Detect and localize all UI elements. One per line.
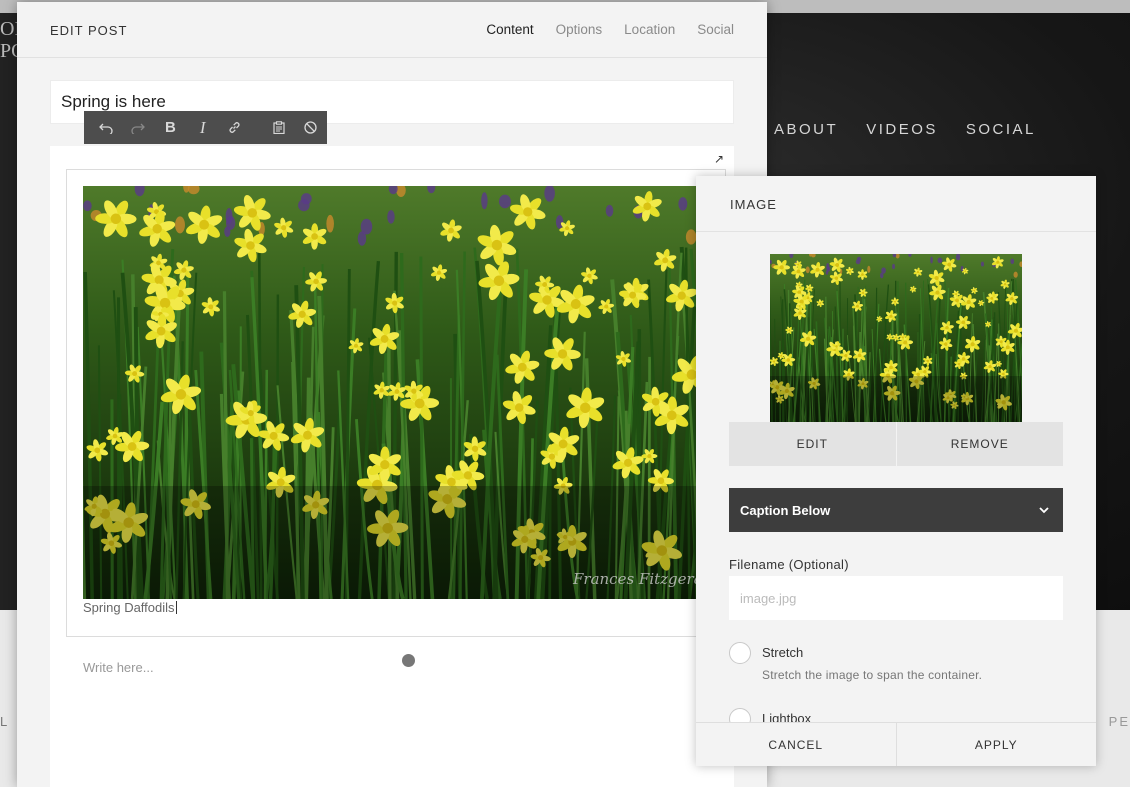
text-cursor — [175, 601, 177, 614]
nav-videos[interactable]: VIDEOS — [866, 121, 938, 138]
nav-social[interactable]: SOCIAL — [966, 121, 1036, 138]
background-text-fragment: L — [0, 714, 8, 729]
panel-title: IMAGE — [730, 197, 777, 212]
body-placeholder[interactable]: Write here... — [83, 660, 154, 675]
photographer-signature: Frances Fitzgerald — [572, 570, 711, 588]
post-body-editor[interactable]: Frances Fitzgerald Spring Daffodils ↗ Wr… — [50, 146, 734, 787]
stretch-radio[interactable] — [729, 642, 751, 664]
post-image[interactable]: Frances Fitzgerald — [83, 186, 711, 599]
expand-arrow-icon[interactable]: ↗ — [714, 152, 724, 166]
image-block[interactable]: Frances Fitzgerald Spring Daffodils — [66, 169, 726, 667]
remove-image-button[interactable]: REMOVE — [895, 422, 1063, 466]
modal-header: EDIT POST Content Options Location Socia… — [17, 2, 767, 58]
panel-footer: CANCEL APPLY — [696, 722, 1096, 766]
stretch-label: Stretch — [762, 645, 804, 660]
block-resize-handle[interactable] — [402, 654, 415, 667]
tab-options[interactable]: Options — [556, 22, 603, 37]
tab-content[interactable]: Content — [486, 22, 533, 37]
background-nav: ABOUT VIDEOS SOCIAL — [774, 121, 1036, 138]
modal-tabs: Content Options Location Social — [486, 22, 734, 37]
bold-icon[interactable]: B — [154, 111, 186, 144]
edit-image-button[interactable]: EDIT — [729, 422, 896, 466]
tab-social[interactable]: Social — [697, 22, 734, 37]
caption-text: Spring Daffodils — [83, 600, 175, 615]
filename-input[interactable] — [729, 576, 1063, 620]
chevron-down-icon — [1039, 506, 1049, 514]
undo-icon[interactable] — [90, 111, 122, 144]
clear-format-icon[interactable] — [295, 111, 327, 144]
paste-icon[interactable] — [263, 111, 295, 144]
apply-button[interactable]: APPLY — [895, 723, 1097, 766]
filename-label: Filename (Optional) — [729, 557, 849, 572]
modal-title: EDIT POST — [50, 23, 128, 38]
caption-position-value: Caption Below — [740, 502, 831, 518]
italic-icon[interactable]: I — [187, 111, 219, 144]
daffodil-thumbnail — [770, 254, 1022, 422]
cancel-button[interactable]: CANCEL — [696, 723, 896, 766]
caption-position-select[interactable]: Caption Below — [729, 488, 1063, 532]
stretch-description: Stretch the image to span the container. — [762, 668, 983, 682]
link-icon[interactable] — [219, 111, 251, 144]
panel-header: IMAGE — [696, 176, 1096, 232]
image-caption[interactable]: Spring Daffodils — [83, 600, 177, 615]
background-left-strip — [0, 13, 17, 610]
nav-about[interactable]: ABOUT — [774, 121, 838, 138]
format-toolbar: B I — [84, 111, 327, 144]
edit-post-modal: EDIT POST Content Options Location Socia… — [17, 2, 767, 787]
image-thumbnail — [770, 254, 1022, 422]
background-text-fragment: PE — [1108, 714, 1130, 729]
daffodil-photo: Frances Fitzgerald — [83, 186, 711, 599]
image-actions: EDIT REMOVE — [729, 422, 1063, 466]
image-settings-panel: IMAGE EDIT REMOVE Caption Below Filename… — [696, 176, 1096, 766]
tab-location[interactable]: Location — [624, 22, 675, 37]
redo-icon[interactable] — [122, 111, 154, 144]
